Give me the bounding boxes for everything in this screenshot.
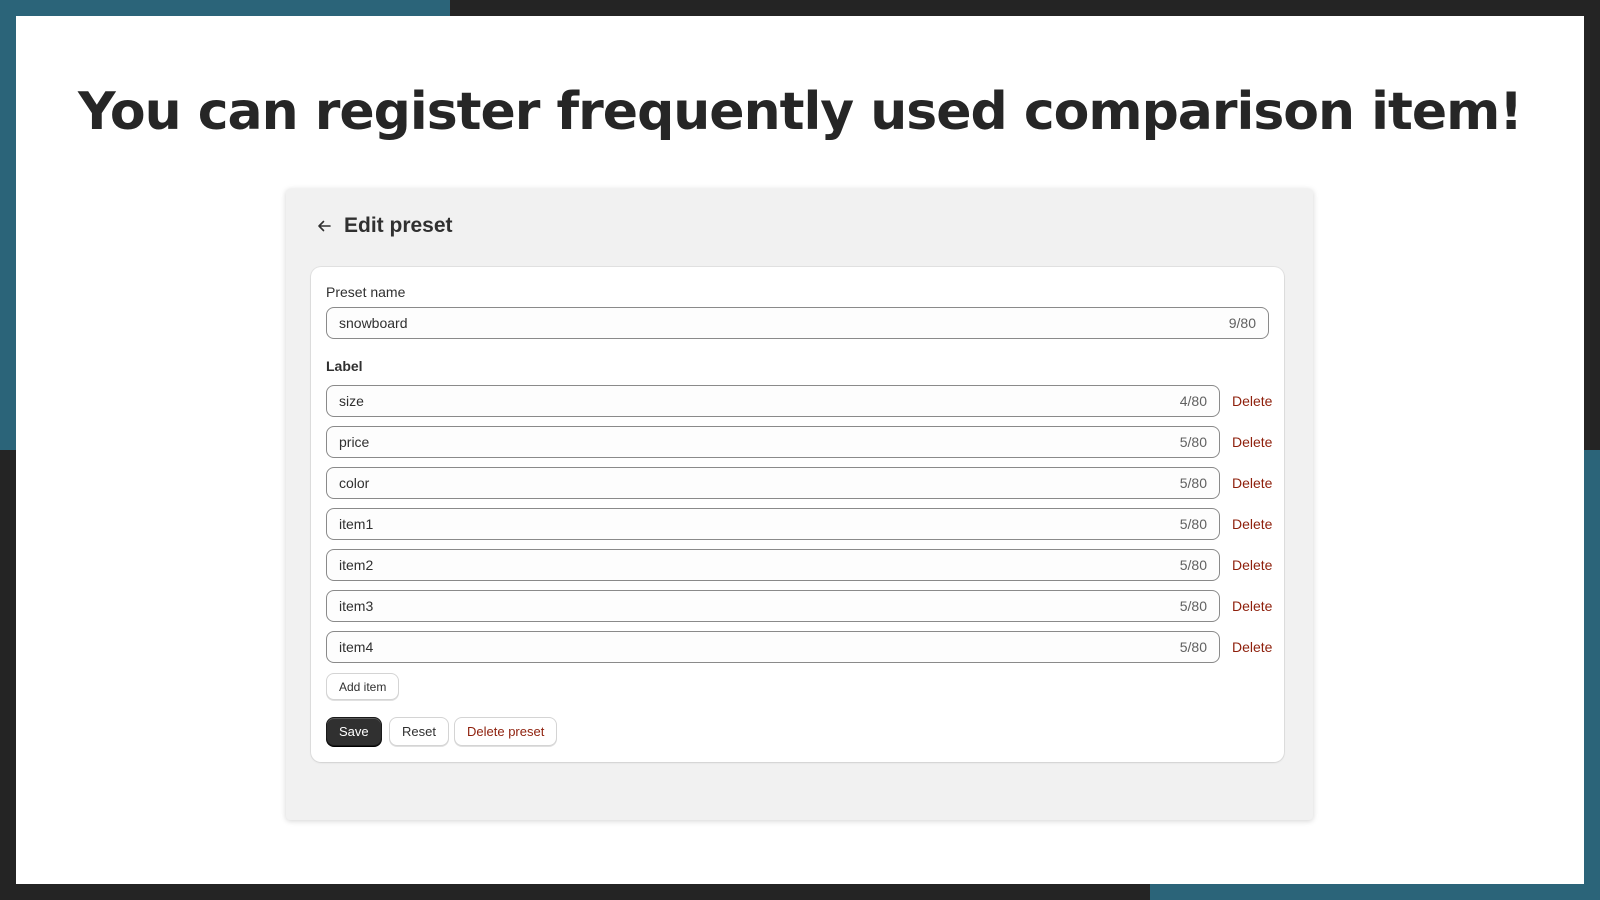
add-item-button[interactable]: Add item xyxy=(326,673,400,700)
save-button[interactable]: Save xyxy=(326,717,382,746)
delete-preset-button[interactable]: Delete preset xyxy=(454,717,558,746)
delete-label-button[interactable]: Delete xyxy=(1232,508,1272,540)
character-count: 5/80 xyxy=(1179,475,1207,491)
character-count: 5/80 xyxy=(1179,516,1207,532)
reset-button[interactable]: Reset xyxy=(389,717,449,746)
label-field-item2[interactable]: item2 5/80 xyxy=(326,549,1220,581)
label-field-value: color xyxy=(339,475,370,491)
page-title: Edit preset xyxy=(344,214,453,237)
character-count: 5/80 xyxy=(1179,639,1207,655)
preset-name-field[interactable]: snowboard 9/80 xyxy=(326,307,1269,339)
character-count: 5/80 xyxy=(1179,557,1207,573)
label-field-value: item2 xyxy=(339,557,374,573)
label-field-item4[interactable]: item4 5/80 xyxy=(326,631,1220,663)
delete-label-button[interactable]: Delete xyxy=(1232,426,1272,458)
character-count: 5/80 xyxy=(1179,434,1207,450)
label-field-value: item1 xyxy=(339,516,374,532)
delete-label-button[interactable]: Delete xyxy=(1232,385,1272,417)
character-count: 4/80 xyxy=(1179,393,1207,409)
delete-label-button[interactable]: Delete xyxy=(1232,631,1272,663)
label-field-color[interactable]: color 5/80 xyxy=(326,467,1220,499)
label-field-value: price xyxy=(339,434,370,450)
label-field-item3[interactable]: item3 5/80 xyxy=(326,590,1220,622)
slide-headline: You can register frequently used compari… xyxy=(77,82,1523,142)
label-field-value: size xyxy=(339,393,364,409)
delete-label-button[interactable]: Delete xyxy=(1232,549,1272,581)
delete-label-button[interactable]: Delete xyxy=(1232,467,1272,499)
preset-form-card: Preset name snowboard 9/80 Label size 4/… xyxy=(311,267,1284,762)
character-count: 9/80 xyxy=(1228,315,1256,331)
label-heading: Label xyxy=(326,358,363,374)
label-field-value: item4 xyxy=(339,639,374,655)
edit-preset-panel: Edit preset Preset name snowboard 9/80 L… xyxy=(286,189,1313,820)
preset-name-value: snowboard xyxy=(339,315,408,331)
panel-header: Edit preset xyxy=(314,211,453,241)
label-field-price[interactable]: price 5/80 xyxy=(326,426,1220,458)
label-field-size[interactable]: size 4/80 xyxy=(326,385,1220,417)
label-field-value: item3 xyxy=(339,598,374,614)
delete-label-button[interactable]: Delete xyxy=(1232,590,1272,622)
character-count: 5/80 xyxy=(1179,598,1207,614)
arrow-left-icon[interactable] xyxy=(314,216,334,236)
preset-name-label: Preset name xyxy=(326,284,406,300)
label-field-item1[interactable]: item1 5/80 xyxy=(326,508,1220,540)
